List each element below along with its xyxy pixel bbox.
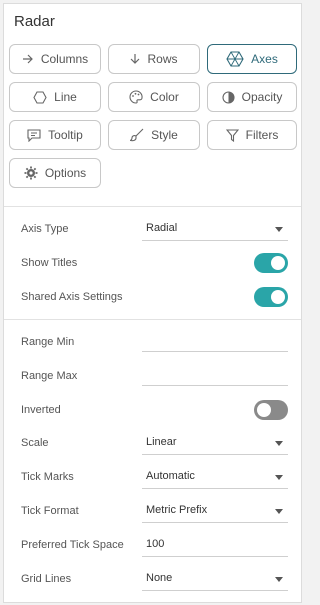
style-button-label: Style [151, 128, 178, 142]
columns-button-label: Columns [40, 52, 89, 66]
tick-space-value: 100 [146, 538, 165, 550]
axis-type-select[interactable]: Radial [142, 219, 288, 241]
brush-icon [130, 128, 144, 142]
palette-icon [129, 90, 143, 104]
axis-type-label: Axis Type [21, 223, 69, 235]
chevron-down-icon [275, 441, 283, 446]
style-button[interactable]: Style [108, 120, 200, 150]
tick-space-label: Preferred Tick Space [21, 539, 124, 551]
color-button-label: Color [150, 90, 179, 104]
options-button-label: Options [44, 166, 87, 180]
tooltip-button[interactable]: Tooltip [9, 120, 101, 150]
inverted-label: Inverted [21, 404, 61, 416]
tick-format-select[interactable]: Metric Prefix [142, 501, 288, 523]
chevron-down-icon [275, 509, 283, 514]
axes-button[interactable]: Axes [207, 44, 297, 74]
options-button[interactable]: Options [9, 158, 101, 188]
line-button-label: Line [54, 90, 77, 104]
opacity-button-label: Opacity [241, 90, 283, 104]
scale-select[interactable]: Linear [142, 433, 288, 455]
axes-button-label: Axes [251, 52, 278, 66]
chevron-down-icon [275, 475, 283, 480]
range-max-label: Range Max [21, 370, 78, 382]
axis-type-value: Radial [146, 222, 178, 234]
show-titles-toggle[interactable] [254, 253, 288, 273]
color-button[interactable]: Color [108, 82, 200, 112]
columns-button[interactable]: Columns [9, 44, 101, 74]
tick-marks-value: Automatic [146, 470, 195, 482]
scale-label: Scale [21, 437, 49, 449]
scale-value: Linear [146, 436, 177, 448]
toggle-knob [271, 256, 285, 270]
opacity-button[interactable]: Opacity [207, 82, 297, 112]
range-min-label: Range Min [21, 336, 75, 348]
tick-space-input[interactable]: 100 [142, 535, 288, 557]
range-max-input[interactable] [142, 364, 288, 386]
funnel-icon [225, 128, 239, 142]
section-divider [4, 319, 301, 320]
rows-button[interactable]: Rows [108, 44, 200, 74]
tick-marks-label: Tick Marks [21, 471, 74, 483]
grid-lines-select[interactable]: None [142, 569, 288, 591]
panel-title: Radar [14, 13, 55, 30]
filters-button-label: Filters [245, 128, 279, 142]
speech-bubble-icon [27, 128, 41, 142]
grid-lines-value: None [146, 572, 173, 584]
tick-marks-select[interactable]: Automatic [142, 467, 288, 489]
tick-format-label: Tick Format [21, 505, 79, 517]
show-titles-label: Show Titles [21, 257, 78, 269]
rows-button-label: Rows [147, 52, 178, 66]
gear-icon [24, 166, 38, 180]
line-button[interactable]: Line [9, 82, 101, 112]
radar-settings-panel: Radar Columns Rows Axes Line Color Opaci… [3, 3, 302, 603]
chevron-down-icon [275, 577, 283, 582]
shared-axis-toggle[interactable] [254, 287, 288, 307]
opacity-icon [222, 90, 235, 104]
tooltip-button-label: Tooltip [48, 128, 83, 142]
range-min-input[interactable] [142, 330, 288, 352]
hexagon-line-icon [33, 90, 47, 104]
chevron-down-icon [275, 227, 283, 232]
hexagon-axes-icon [226, 51, 244, 67]
filters-button[interactable]: Filters [207, 120, 297, 150]
grid-lines-label: Grid Lines [21, 573, 72, 585]
arrow-right-icon [22, 54, 34, 64]
arrow-down-icon [130, 53, 140, 65]
toggle-knob [271, 290, 285, 304]
toggle-knob [257, 403, 271, 417]
inverted-toggle[interactable] [254, 400, 288, 420]
section-divider [4, 206, 301, 207]
tick-format-value: Metric Prefix [146, 504, 208, 516]
shared-axis-label: Shared Axis Settings [21, 291, 123, 303]
